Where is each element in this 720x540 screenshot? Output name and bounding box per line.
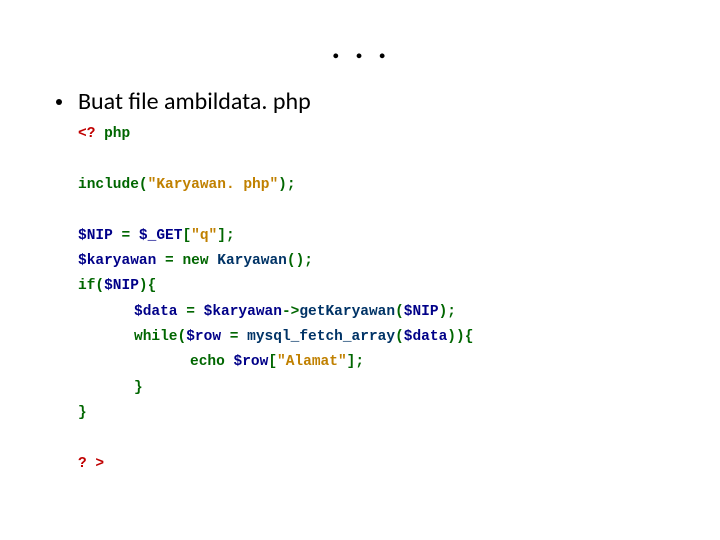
bullet-dot-icon	[56, 99, 62, 105]
paren: )	[139, 278, 148, 294]
php-keyword: php	[104, 126, 130, 142]
class-name: Karyawan	[217, 253, 287, 269]
kw-while: while	[134, 329, 178, 345]
paren: )	[278, 177, 287, 193]
code-line-echo: echo $row["Alamat"];	[78, 350, 670, 375]
paren: (	[395, 329, 404, 345]
code-line-data: $data = $karyawan->getKaryawan($NIP);	[78, 300, 670, 325]
var: $karyawan	[204, 304, 282, 320]
code-line-nip: $NIP = $_GET["q"];	[78, 224, 670, 249]
semicolon: ;	[355, 354, 364, 370]
var: $row	[186, 329, 221, 345]
code-line-close: ? >	[78, 452, 670, 477]
kw-if: if	[78, 278, 95, 294]
paren: (	[395, 304, 404, 320]
slide-title: . . .	[50, 20, 670, 69]
semicolon: ;	[304, 253, 313, 269]
code-block: <? php include("Karyawan. php"); $NIP = …	[78, 122, 670, 477]
paren: ))	[447, 329, 464, 345]
kw-new: new	[182, 253, 208, 269]
arrow: ->	[282, 304, 299, 320]
paren: ()	[287, 253, 304, 269]
paren: (	[139, 177, 148, 193]
var: $NIP	[104, 278, 139, 294]
var: $data	[134, 304, 178, 320]
code-line-open: <? php	[78, 122, 670, 147]
op: =	[221, 329, 247, 345]
code-line-if: if($NIP){	[78, 274, 670, 299]
space	[225, 354, 234, 370]
brace: {	[148, 278, 157, 294]
code-line-include: include("Karyawan. php");	[78, 173, 670, 198]
bracket: ]	[217, 228, 226, 244]
brace: {	[465, 329, 474, 345]
code-line-blank	[78, 427, 670, 452]
php-open-tag: <?	[78, 126, 104, 142]
kw-include: include	[78, 177, 139, 193]
method: getKaryawan	[299, 304, 395, 320]
code-line-blank	[78, 198, 670, 223]
op: =	[113, 228, 139, 244]
kw-echo: echo	[190, 354, 225, 370]
var: $karyawan	[78, 253, 156, 269]
semicolon: ;	[226, 228, 235, 244]
string: "Alamat"	[277, 354, 347, 370]
string: "q"	[191, 228, 217, 244]
code-line-endwhile: }	[78, 376, 670, 401]
space	[209, 253, 218, 269]
php-close-tag: ? >	[78, 456, 104, 472]
brace: }	[78, 405, 87, 421]
slide: . . . Buat file ambildata. php <? php in…	[0, 0, 720, 540]
code-line-while: while($row = mysql_fetch_array($data)){	[78, 325, 670, 350]
var: $data	[404, 329, 448, 345]
var: $NIP	[404, 304, 439, 320]
function: mysql_fetch_array	[247, 329, 395, 345]
var: $_GET	[139, 228, 183, 244]
paren: (	[178, 329, 187, 345]
brace: }	[134, 380, 143, 396]
paren: )	[439, 304, 448, 320]
bullet-item: Buat file ambildata. php	[50, 87, 670, 116]
op: =	[178, 304, 204, 320]
paren: (	[95, 278, 104, 294]
code-line-endif: }	[78, 401, 670, 426]
bracket: [	[182, 228, 191, 244]
op: =	[156, 253, 182, 269]
semicolon: ;	[287, 177, 296, 193]
code-line-blank	[78, 147, 670, 172]
string: "Karyawan. php"	[148, 177, 279, 193]
bullet-text: Buat file ambildata. php	[78, 87, 311, 116]
bracket: [	[268, 354, 277, 370]
semicolon: ;	[447, 304, 456, 320]
code-line-karyawan: $karyawan = new Karyawan();	[78, 249, 670, 274]
var: $row	[234, 354, 269, 370]
var: $NIP	[78, 228, 113, 244]
